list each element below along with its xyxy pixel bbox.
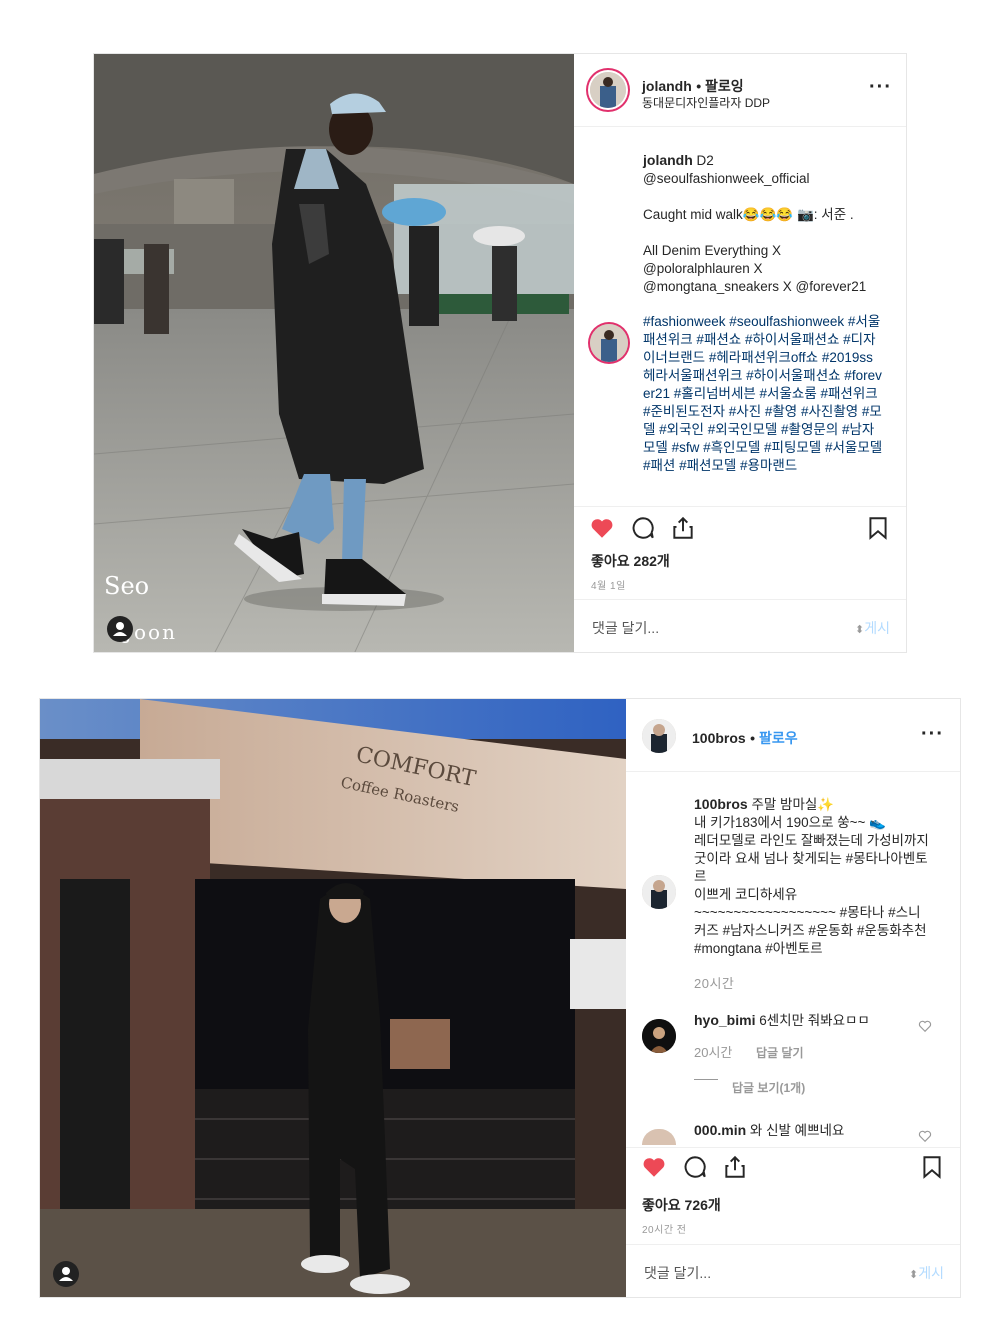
post-photo[interactable]: COMFORT Coffee Roasters <box>40 699 626 1297</box>
caption-time[interactable]: 20시간 <box>694 973 734 992</box>
avatar-image <box>642 719 676 753</box>
comment-like-icon[interactable] <box>918 1129 932 1143</box>
user-tag-icon <box>59 1267 73 1281</box>
comment-avatar-1[interactable] <box>642 1019 676 1053</box>
caption-line-4: Caught mid walk😂😂😂 📷: 서준 . <box>643 207 854 222</box>
emoji-selector-icon[interactable]: ⬍ <box>909 1269 918 1281</box>
storefront-photo-image: COMFORT Coffee Roasters <box>40 699 626 1297</box>
comment-bar: 댓글 달기... ⬍게시 <box>626 1244 960 1297</box>
comment-avatar-2[interactable] <box>642 1129 676 1145</box>
post-side-panel: jolandh • 팔로잉 동대문디자인플라자 DDP ··· jolandh … <box>574 54 906 652</box>
share-icon[interactable] <box>670 515 696 541</box>
avatar-image <box>590 324 628 362</box>
comment-username[interactable]: hyo_bimi <box>694 1012 755 1028</box>
avatar-image <box>642 875 676 909</box>
post-header: jolandh • 팔로잉 동대문디자인플라자 DDP ··· <box>574 54 906 127</box>
post-button-label: 게시 <box>864 620 890 636</box>
post-card-2: COMFORT Coffee Roasters 100bros • 팔로우 ··… <box>39 698 961 1298</box>
comment-text: 와 신발 예쁘네요 <box>749 1123 845 1138</box>
caption-username[interactable]: 100bros <box>694 796 748 812</box>
avatar-image <box>642 1019 676 1053</box>
avatar-image <box>590 72 626 108</box>
post-date[interactable]: 20시간 전 <box>642 1221 687 1236</box>
caption-avatar[interactable] <box>590 324 628 362</box>
comment-text: 6센치만 줘봐요ㅁㅁ <box>759 1013 870 1028</box>
like-count[interactable]: 좋아요 726개 <box>642 1195 721 1215</box>
caption-line-7[interactable]: @poloralphlauren X <box>643 261 763 276</box>
post-card-1: Seo Joon jolandh • 팔로잉 동대문디자인플라자 DDP ···… <box>93 53 907 653</box>
view-replies-button[interactable]: 답글 보기(1개) <box>732 1079 805 1096</box>
comment-username[interactable]: 000.min <box>694 1122 746 1138</box>
emoji-selector-icon[interactable]: ⬍ <box>855 624 864 636</box>
action-bar <box>574 506 906 549</box>
post-header: 100bros • 팔로우 ··· <box>626 699 960 772</box>
caption-avatar[interactable] <box>642 875 676 909</box>
post-side-panel: 100bros • 팔로우 ··· 100bros 주말 밤마실✨ 내 키가18… <box>626 699 960 1297</box>
caption: jolandh D2 @seoulfashionweek_official Ca… <box>643 151 883 296</box>
heart-icon[interactable] <box>589 515 615 541</box>
caption-line-2[interactable]: @seoulfashionweek_official <box>643 171 810 186</box>
heart-icon[interactable] <box>641 1154 667 1180</box>
comment-time[interactable]: 20시간 <box>694 1042 732 1061</box>
bookmark-icon[interactable] <box>919 1154 945 1180</box>
header-user-line: jolandh • 팔로잉 <box>642 76 744 96</box>
watermark-seo: Seo <box>104 572 150 600</box>
comment-input[interactable]: 댓글 달기... <box>644 1263 711 1283</box>
caption-line-8[interactable]: @mongtana_sneakers X @forever21 <box>643 279 866 294</box>
post-comment-button[interactable]: ⬍게시 <box>855 618 890 638</box>
street-photo-image <box>94 54 574 652</box>
header-user-line: 100bros • 팔로우 <box>692 730 798 746</box>
post-button-label: 게시 <box>918 1265 944 1281</box>
comment-like-icon[interactable] <box>918 1019 932 1033</box>
caption-text: 주말 밤마실✨ 내 키가183에서 190으로 쑹~~ 👟 레더모델로 라인도 … <box>694 797 929 956</box>
caption-line-1: D2 <box>696 153 714 168</box>
follow-button[interactable]: 팔로우 <box>759 730 798 746</box>
post-date[interactable]: 4월 1일 <box>591 577 626 592</box>
follow-status[interactable]: • 팔로잉 <box>696 78 743 94</box>
comment-bar: 댓글 달기... ⬍게시 <box>574 599 906 652</box>
caption-username[interactable]: jolandh <box>643 152 693 168</box>
tagged-users-button[interactable] <box>107 616 133 642</box>
comment-1: hyo_bimi 6센치만 줘봐요ㅁㅁ <box>694 1011 904 1030</box>
location-link[interactable]: 동대문디자인플라자 DDP <box>642 94 770 111</box>
caption-line-6: All Denim Everything X <box>643 243 782 258</box>
share-icon[interactable] <box>722 1154 748 1180</box>
comment-2: 000.min 와 신발 예쁘네요 <box>694 1121 904 1140</box>
comment-icon[interactable] <box>630 515 656 541</box>
user-tag-icon <box>113 622 127 636</box>
caption-hashtags[interactable]: #fashionweek #seoulfashionweek #서울패션위크 #… <box>643 313 883 499</box>
more-options-icon[interactable]: ··· <box>869 76 892 99</box>
more-options-icon[interactable]: ··· <box>921 723 944 746</box>
bookmark-icon[interactable] <box>865 515 891 541</box>
caption: 100bros 주말 밤마실✨ 내 키가183에서 190으로 쑹~~ 👟 레더… <box>694 795 932 958</box>
comment-icon[interactable] <box>682 1154 708 1180</box>
reply-button[interactable]: 답글 달기 <box>756 1044 804 1061</box>
avatar[interactable] <box>642 719 676 753</box>
like-count[interactable]: 좋아요 282개 <box>591 551 670 571</box>
avatar[interactable] <box>590 72 626 108</box>
username-link[interactable]: jolandh <box>642 78 692 94</box>
post-photo[interactable]: Seo Joon <box>94 54 574 652</box>
action-bar <box>626 1147 960 1190</box>
username-link[interactable]: 100bros <box>692 730 746 746</box>
comment-input[interactable]: 댓글 달기... <box>592 618 659 638</box>
post-comment-button[interactable]: ⬍게시 <box>909 1263 944 1283</box>
replies-divider <box>694 1079 718 1080</box>
tagged-users-button[interactable] <box>53 1261 79 1287</box>
